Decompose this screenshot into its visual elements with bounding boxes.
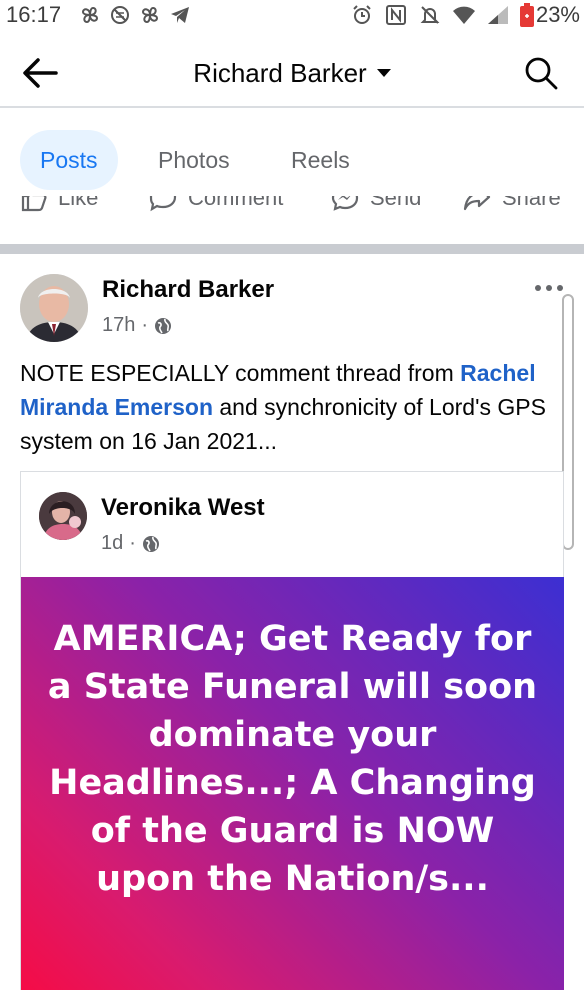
more-options-button[interactable] — [530, 278, 568, 298]
signal-icon — [486, 3, 510, 27]
dot-icon — [535, 285, 541, 291]
shared-author-name[interactable]: Veronika West — [101, 494, 265, 522]
status-time: 16:17 — [6, 2, 62, 27]
shared-post-time[interactable]: 1d — [101, 532, 123, 555]
background-post-text: AMERICA; Get Ready for a State Funeral w… — [47, 619, 538, 899]
pinwheel-icon — [138, 3, 162, 27]
profile-tabs: Posts Photos Reels — [0, 110, 584, 210]
like-button[interactable]: Like — [20, 196, 98, 212]
profile-header: Richard Barker — [0, 30, 584, 108]
comment-icon — [149, 196, 177, 212]
search-button[interactable] — [524, 56, 558, 90]
shared-author-avatar[interactable] — [39, 492, 87, 540]
post-text: NOTE ESPECIALLY comment thread from Rach… — [20, 356, 576, 458]
post-meta: 17h · — [102, 314, 172, 337]
globe-icon — [142, 535, 159, 552]
post-time[interactable]: 17h — [102, 314, 135, 337]
like-icon — [21, 196, 47, 212]
tab-posts[interactable]: Posts — [20, 130, 118, 190]
alarm-icon — [350, 3, 374, 27]
telegram-icon — [168, 3, 192, 27]
search-icon — [525, 57, 558, 90]
notification-icons — [78, 3, 192, 27]
battery-percent: 23% — [535, 2, 580, 27]
wifi-icon — [452, 3, 476, 27]
blocked-app-icon — [108, 3, 132, 27]
caret-down-icon — [376, 69, 391, 78]
status-bar: 16:17 23% — [0, 0, 584, 30]
tab-reels[interactable]: Reels — [271, 130, 370, 190]
globe-icon — [155, 317, 172, 334]
comment-button[interactable]: Comment — [148, 196, 283, 212]
tab-photos[interactable]: Photos — [138, 130, 250, 190]
battery-icon — [519, 3, 534, 27]
system-icons: 23% — [350, 2, 580, 28]
post-text-start: NOTE ESPECIALLY comment thread from — [20, 360, 461, 386]
pinwheel-icon — [78, 3, 102, 27]
mute-icon — [418, 3, 442, 27]
messenger-icon — [331, 196, 359, 211]
share-button[interactable]: Share — [462, 196, 561, 212]
dot-icon — [546, 285, 552, 291]
spacer — [0, 232, 584, 244]
previous-post-actions: Like Comment Send Share — [0, 196, 584, 232]
post-card: Richard Barker 17h · NOTE ESPECIALLY com… — [0, 254, 584, 990]
shared-author-photo — [39, 492, 87, 540]
share-label: Share — [502, 196, 561, 210]
like-label: Like — [58, 196, 99, 210]
nfc-icon — [384, 3, 408, 27]
author-avatar[interactable] — [20, 274, 88, 342]
author-photo — [20, 274, 88, 342]
profile-name-dropdown[interactable]: Richard Barker — [0, 58, 584, 89]
send-label: Send — [370, 196, 422, 210]
post-divider — [0, 244, 584, 254]
share-icon — [463, 196, 491, 211]
dot-icon — [557, 285, 563, 291]
meta-separator: · — [141, 314, 149, 336]
meta-separator: · — [129, 532, 136, 554]
shared-post-meta: 1d · — [101, 532, 160, 555]
send-button[interactable]: Send — [330, 196, 421, 212]
page-title: Richard Barker — [193, 58, 367, 88]
shared-post[interactable]: Veronika West 1d · AMERICA; Get Ready fo… — [20, 471, 564, 990]
background-text-post[interactable]: AMERICA; Get Ready for a State Funeral w… — [21, 577, 564, 990]
comment-label: Comment — [188, 196, 284, 210]
post-author-name[interactable]: Richard Barker — [102, 276, 274, 304]
